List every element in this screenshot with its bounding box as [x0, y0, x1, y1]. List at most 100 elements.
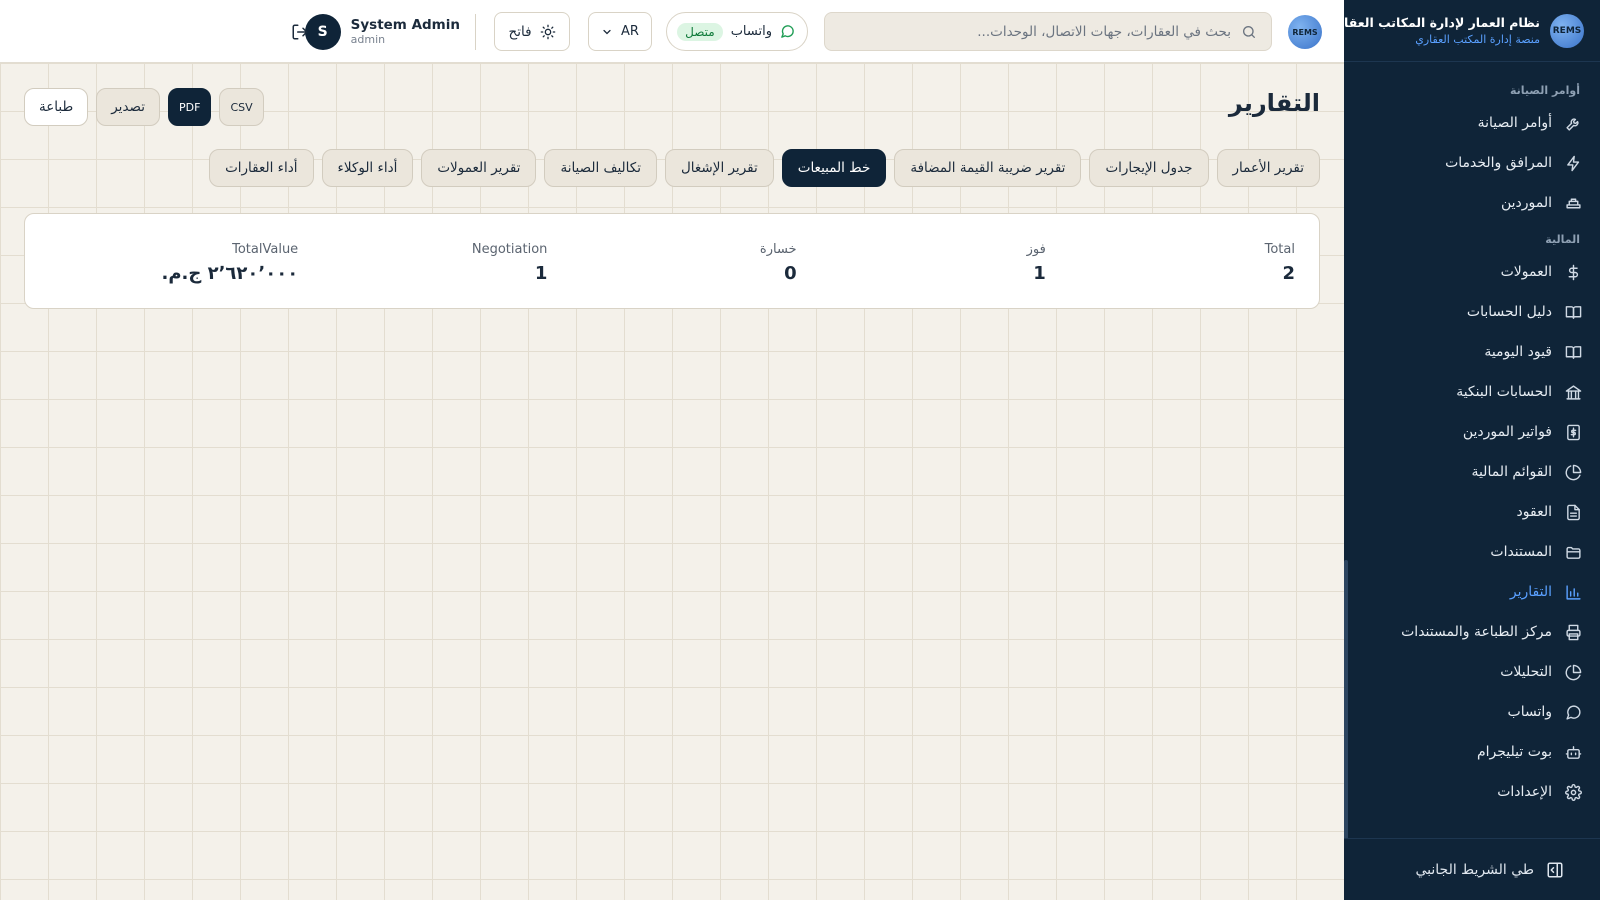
sidebar-item-label: دليل الحسابات — [1466, 304, 1552, 320]
sidebar-item-journal-entries[interactable]: قيود اليومية — [1344, 332, 1600, 372]
tab-property-performance[interactable]: أداء العقارات — [209, 149, 314, 187]
sidebar-item-bank-accounts[interactable]: الحسابات البنكية — [1344, 372, 1600, 412]
sidebar-item-label: واتساب — [1507, 704, 1552, 720]
sidebar-item-contracts[interactable]: العقود — [1344, 492, 1600, 532]
stat-value: 1 — [1033, 263, 1046, 284]
brand: REMS نظام العمار لإدارة المكاتب العقارية… — [1325, 0, 1600, 62]
theme-label: فاتح — [508, 23, 532, 40]
sidebar-item-label: المستندات — [1490, 544, 1552, 560]
book-open-icon — [1564, 343, 1582, 361]
main-content: التقارير طباعة تصدير PDF CSV تقرير الأعم… — [0, 63, 1344, 900]
sidebar-item-print-center[interactable]: مركز الطباعة والمستندات — [1344, 612, 1600, 652]
pie-chart-icon — [1564, 663, 1582, 681]
sidebar-item-analytics[interactable]: التحليلات — [1344, 652, 1600, 692]
sidebar: REMS نظام العمار لإدارة المكاتب العقارية… — [1325, 0, 1600, 900]
bot-icon — [1564, 743, 1582, 761]
tab-vat-report[interactable]: تقرير ضريبة القيمة المضافة — [894, 149, 1082, 187]
user-name: System Admin — [350, 17, 460, 33]
whatsapp-label: واتساب — [730, 24, 772, 39]
invoice-icon — [1564, 423, 1582, 441]
search-input[interactable]: بحث في العقارات، جهات الاتصال، الوحدات..… — [824, 12, 1272, 51]
sidebar-nav: أوامر الصيانة أوامر الصيانة المرافق والخ… — [1344, 62, 1600, 838]
page-title: التقارير — [1228, 89, 1320, 117]
sidebar-item-label: بوت تيليجرام — [1476, 744, 1552, 760]
sidebar-item-commissions[interactable]: العمولات — [1344, 252, 1600, 292]
language-select[interactable]: AR — [588, 12, 652, 51]
sidebar-item-label: قيود اليومية — [1484, 344, 1552, 360]
export-button[interactable]: تصدير — [96, 88, 160, 126]
tab-maintenance-costs[interactable]: تكاليف الصيانة — [544, 149, 657, 187]
stat-value: 0 — [784, 263, 797, 284]
brand-subtitle: منصة إدارة المكتب العقاري — [1415, 33, 1540, 46]
dollar-icon — [1564, 263, 1582, 281]
stat-negotiation: Negotiation 1 — [298, 214, 548, 308]
sidebar-item-label: التحليلات — [1500, 664, 1552, 680]
search-icon — [1241, 24, 1257, 40]
logout-icon — [291, 23, 309, 41]
sidebar-item-label: القوائم المالية — [1471, 464, 1552, 480]
stat-lost: خسارة 0 — [547, 214, 797, 308]
stat-value: ٢٬٦٢٠٬٠٠٠ ج.م. — [161, 263, 299, 284]
sidebar-item-telegram-bot[interactable]: بوت تيليجرام — [1344, 732, 1600, 772]
sidebar-item-label: العمولات — [1500, 264, 1552, 280]
sidebar-item-whatsapp[interactable]: واتساب — [1344, 692, 1600, 732]
chevron-down-icon — [601, 26, 613, 38]
brand-title: نظام العمار لإدارة المكاتب العقارية — [1324, 15, 1540, 30]
sidebar-item-maintenance-orders[interactable]: أوامر الصيانة — [1344, 103, 1600, 143]
sun-icon — [540, 24, 556, 40]
report-actions: طباعة تصدير PDF CSV — [24, 88, 264, 126]
pie-chart-icon — [1564, 463, 1582, 481]
tab-agent-performance[interactable]: أداء الوكلاء — [321, 149, 414, 187]
sidebar-item-label: العقود — [1516, 504, 1552, 520]
csv-button[interactable]: CSV — [219, 88, 264, 126]
sidebar-item-label: الإعدادات — [1497, 784, 1552, 800]
search-placeholder: بحث في العقارات، جهات الاتصال، الوحدات..… — [977, 23, 1231, 40]
wrench-icon — [1564, 114, 1582, 132]
sidebar-item-vendor-invoices[interactable]: فواتير الموردين — [1344, 412, 1600, 452]
theme-toggle-button[interactable]: فاتح — [494, 12, 570, 51]
topbar-divider — [475, 14, 476, 50]
chat-icon — [1564, 703, 1582, 721]
sidebar-item-label: فواتير الموردين — [1462, 424, 1552, 440]
sidebar-scrollbar[interactable] — [1344, 560, 1348, 838]
print-button[interactable]: طباعة — [24, 88, 89, 126]
bar-chart-icon — [1564, 583, 1582, 601]
tab-rent-roll[interactable]: جدول الإيجارات — [1089, 149, 1209, 187]
tab-occupancy-report[interactable]: تقرير الإشغال — [665, 149, 774, 187]
file-text-icon — [1564, 503, 1582, 521]
sidebar-item-label: الموردين — [1500, 195, 1552, 211]
sidebar-item-settings[interactable]: الإعدادات — [1344, 772, 1600, 812]
sidebar-collapse-icon — [1546, 861, 1564, 879]
collapse-sidebar-button[interactable]: طي الشريط الجانبي — [1344, 838, 1600, 900]
gear-icon — [1564, 783, 1582, 801]
sidebar-item-chart-of-accounts[interactable]: دليل الحسابات — [1344, 292, 1600, 332]
collapse-sidebar-label: طي الشريط الجانبي — [1415, 861, 1534, 878]
sidebar-item-utilities[interactable]: المرافق والخدمات — [1344, 143, 1600, 183]
sidebar-item-label: الحسابات البنكية — [1456, 384, 1552, 400]
user-role: admin — [350, 33, 386, 46]
app-logo: REMS — [1550, 13, 1584, 48]
bank-icon — [1564, 383, 1582, 401]
whatsapp-icon — [780, 24, 795, 39]
pdf-button[interactable]: PDF — [168, 88, 212, 126]
tab-commissions-report[interactable]: تقرير العمولات — [421, 149, 537, 187]
stat-label: فوز — [1026, 242, 1046, 257]
sidebar-item-documents[interactable]: المستندات — [1344, 532, 1600, 572]
sidebar-item-label: التقارير — [1509, 584, 1552, 600]
whatsapp-status-button[interactable]: واتساب متصل — [666, 12, 808, 51]
topbar-logo[interactable]: REMS — [1288, 15, 1322, 49]
topbar: REMS بحث في العقارات، جهات الاتصال، الوح… — [0, 0, 1344, 63]
stat-total: Total 2 — [1046, 214, 1295, 308]
stat-value: 2 — [1282, 263, 1295, 284]
sidebar-item-vendors[interactable]: الموردين — [1344, 183, 1600, 223]
stat-label: خسارة — [759, 242, 797, 257]
tab-sales-pipeline[interactable]: خط المبيعات — [781, 149, 887, 187]
user-menu[interactable]: System Admin admin S — [304, 12, 460, 51]
folder-icon — [1564, 543, 1582, 561]
book-icon — [1564, 303, 1582, 321]
tab-aging-report[interactable]: تقرير الأعمار — [1216, 149, 1320, 187]
stat-value: 1 — [534, 263, 548, 284]
logout-button[interactable] — [286, 12, 314, 51]
sidebar-item-financial-statements[interactable]: القوائم المالية — [1344, 452, 1600, 492]
sidebar-item-reports[interactable]: التقارير — [1344, 572, 1600, 612]
